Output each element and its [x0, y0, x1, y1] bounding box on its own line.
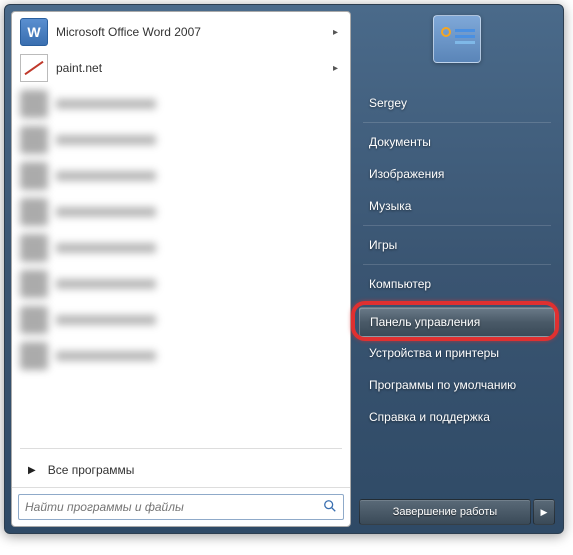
right-item-label: Sergey	[369, 96, 407, 110]
divider	[20, 448, 342, 449]
right-item-label: Документы	[369, 135, 431, 149]
right-item[interactable]: Sergey	[359, 87, 555, 119]
right-item[interactable]: Документы	[359, 126, 555, 158]
right-item-label: Справка и поддержка	[369, 410, 490, 424]
program-label	[56, 279, 156, 289]
program-item[interactable]: paint.net	[14, 50, 348, 86]
right-item-label: Изображения	[369, 167, 444, 181]
program-item[interactable]	[14, 194, 348, 230]
app-icon	[20, 342, 48, 370]
program-label	[56, 243, 156, 253]
shutdown-options-button[interactable]: ▶	[533, 499, 555, 525]
right-item-label: Панель управления	[370, 315, 480, 329]
word-icon: W	[20, 18, 48, 46]
right-item[interactable]: Музыка	[359, 190, 555, 222]
program-item[interactable]	[14, 266, 348, 302]
right-panel: Sergey Документы Изображения Музыка Игры Комп…	[351, 5, 563, 533]
program-item[interactable]	[14, 158, 348, 194]
programs-list: W Microsoft Office Word 2007 paint.net	[12, 12, 350, 444]
shutdown-button[interactable]: Завершение работы	[359, 499, 531, 525]
program-label: paint.net	[56, 61, 102, 75]
right-items-list: Sergey Документы Изображения Музыка Игры Комп…	[359, 87, 555, 495]
search-area	[12, 487, 350, 526]
program-label	[56, 315, 156, 325]
all-programs-arrow-icon: ▶	[28, 465, 36, 476]
program-label: Microsoft Office Word 2007	[56, 25, 201, 39]
program-label	[56, 171, 156, 181]
all-programs-label: Все программы	[48, 463, 135, 477]
app-icon	[20, 90, 48, 118]
app-icon	[20, 198, 48, 226]
program-item[interactable]	[14, 122, 348, 158]
avatar-area	[359, 15, 555, 87]
app-icon	[20, 126, 48, 154]
right-item-label: Игры	[369, 238, 397, 252]
program-label	[56, 207, 156, 217]
program-item[interactable]: W Microsoft Office Word 2007	[14, 14, 348, 50]
paint-icon	[20, 54, 48, 82]
shutdown-label: Завершение работы	[393, 506, 497, 518]
program-item[interactable]	[14, 86, 348, 122]
right-item[interactable]: Панель управления	[359, 307, 555, 337]
separator	[363, 303, 551, 304]
search-icon[interactable]	[323, 499, 337, 516]
right-item[interactable]: Программы по умолчанию	[359, 369, 555, 401]
search-box[interactable]	[18, 494, 344, 520]
right-item[interactable]: Компьютер	[359, 268, 555, 300]
app-icon	[20, 162, 48, 190]
shutdown-row: Завершение работы ▶	[359, 499, 555, 525]
all-programs-button[interactable]: ▶ Все программы	[14, 453, 348, 487]
right-item[interactable]: Устройства и принтеры	[359, 337, 555, 369]
right-item-label: Устройства и принтеры	[369, 346, 499, 360]
app-icon	[20, 270, 48, 298]
program-item[interactable]	[14, 230, 348, 266]
program-item[interactable]	[14, 338, 348, 374]
program-label	[56, 99, 156, 109]
start-menu: W Microsoft Office Word 2007 paint.net ▶ В…	[4, 4, 564, 534]
program-item[interactable]	[14, 302, 348, 338]
left-panel: W Microsoft Office Word 2007 paint.net ▶ В…	[11, 11, 351, 527]
right-item-label: Компьютер	[369, 277, 431, 291]
program-label	[56, 351, 156, 361]
program-label	[56, 135, 156, 145]
separator	[363, 225, 551, 226]
right-item-label: Программы по умолчанию	[369, 378, 516, 392]
search-input[interactable]	[25, 500, 323, 514]
right-item[interactable]: Справка и поддержка	[359, 401, 555, 433]
right-item[interactable]: Игры	[359, 229, 555, 261]
right-item-label: Музыка	[369, 199, 411, 213]
app-icon	[20, 306, 48, 334]
control-panel-icon	[439, 25, 475, 53]
user-avatar[interactable]	[433, 15, 481, 63]
app-icon	[20, 234, 48, 262]
right-item[interactable]: Изображения	[359, 158, 555, 190]
separator	[363, 122, 551, 123]
separator	[363, 264, 551, 265]
